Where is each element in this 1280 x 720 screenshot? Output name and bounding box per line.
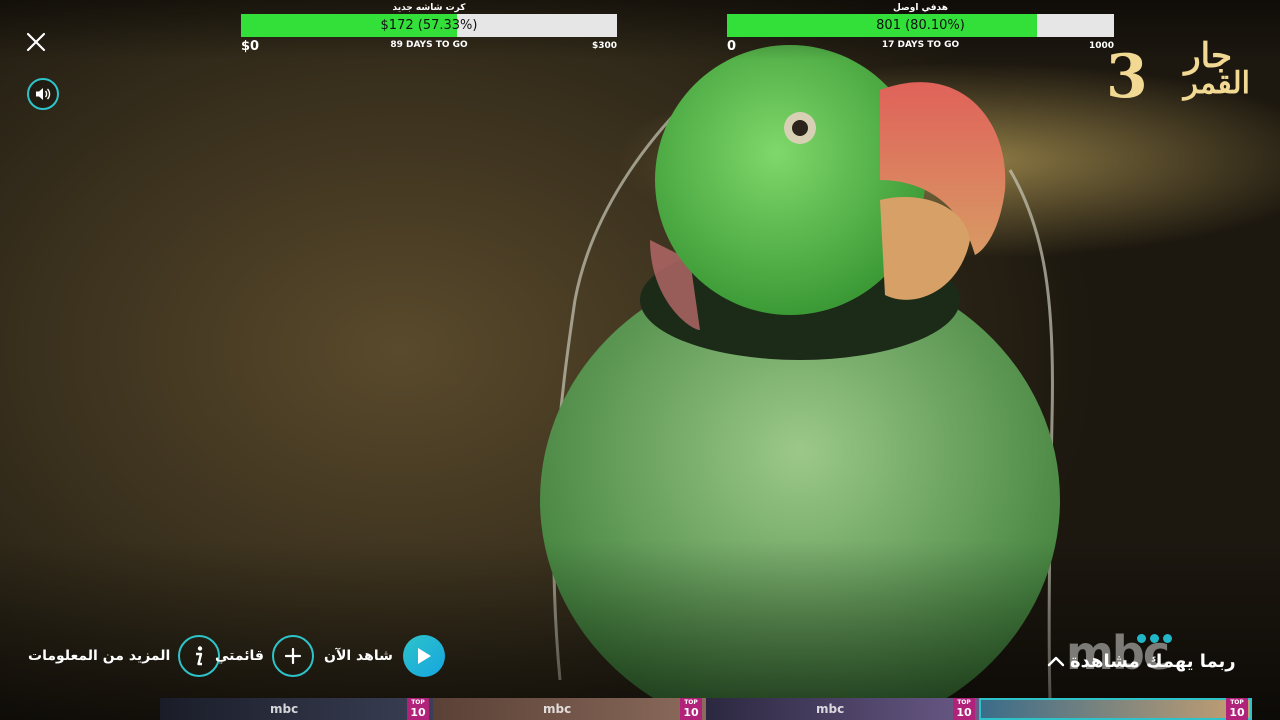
more-info-button[interactable]: المزيد من المعلومات — [28, 634, 221, 678]
thumbnail-logo: mbc — [816, 702, 845, 716]
plus-icon — [271, 635, 314, 677]
widget-title: هدفي اوصل — [893, 3, 948, 13]
thumbnail-logo: mbc — [270, 702, 299, 716]
may-like-toggle[interactable]: ربما يهمك مشاهدة — [1046, 648, 1236, 674]
watch-now-label: شاهد الآن — [324, 648, 393, 664]
play-icon — [402, 635, 445, 677]
goal-widget-followers: هدفي اوصل 801 (80.10%) 0 17 DAYS TO GO 1… — [727, 2, 1114, 54]
more-info-label: المزيد من المعلومات — [28, 648, 171, 664]
thumbnail[interactable]: mbc TOP 10 — [706, 698, 979, 720]
show-logo-number: 3 — [1106, 42, 1148, 112]
close-button[interactable] — [24, 30, 48, 54]
show-logo: 3 جار القمر — [1106, 36, 1256, 116]
thumbnail[interactable]: mbc TOP 10 — [160, 698, 433, 720]
close-icon — [26, 32, 46, 52]
goal-widget-gpu: كرت شاشه جديد $172 (57.33%) $0 89 DAYS T… — [241, 2, 617, 54]
progress-text: 801 (80.10%) — [876, 18, 965, 33]
top10-badge: TOP 10 — [680, 698, 702, 720]
channel-logo-dots — [1137, 634, 1173, 643]
widget-title: كرت شاشه جديد — [392, 3, 466, 13]
volume-button[interactable] — [27, 78, 59, 110]
video-frame — [0, 0, 1280, 720]
progress-bar: $172 (57.33%) — [241, 14, 617, 37]
thumbnail-selected[interactable]: TOP 10 — [979, 698, 1252, 720]
top10-badge: TOP 10 — [1226, 698, 1248, 720]
my-list-button[interactable]: قائمتي — [215, 634, 314, 678]
progress-text: $172 (57.33%) — [380, 18, 478, 33]
thumbnail-logo: mbc — [543, 702, 572, 716]
days-left: 89 DAYS TO GO — [390, 40, 468, 50]
may-like-label: ربما يهمك مشاهدة — [1070, 650, 1236, 672]
days-left: 17 DAYS TO GO — [881, 40, 960, 50]
thumbnail[interactable]: mbc TOP 10 — [433, 698, 706, 720]
recommendations-row: mbc TOP 10 mbc TOP 10 mbc TOP 10 TOP 10 — [160, 698, 1252, 720]
watch-now-button[interactable]: شاهد الآن — [324, 634, 445, 678]
top10-badge: TOP 10 — [407, 698, 429, 720]
chevron-up-icon — [1047, 656, 1065, 667]
progress-bar: 801 (80.10%) — [727, 14, 1114, 37]
top10-badge: TOP 10 — [953, 698, 975, 720]
volume-icon — [36, 88, 51, 100]
show-logo-line2: القمر — [1183, 66, 1250, 101]
my-list-label: قائمتي — [215, 648, 264, 664]
goal-target: $300 — [591, 41, 617, 51]
